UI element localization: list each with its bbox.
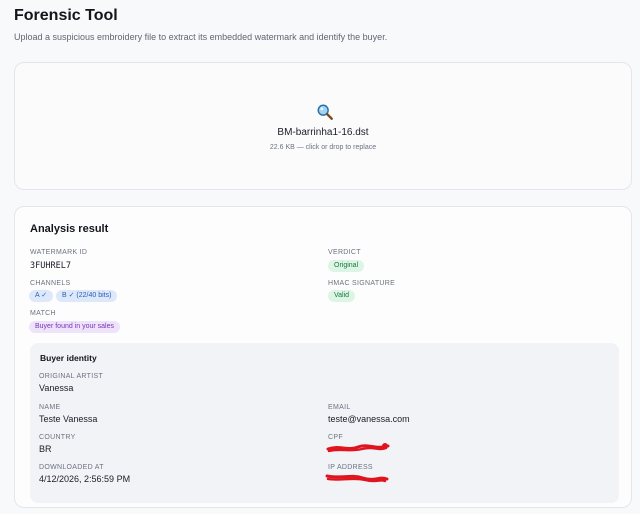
channel-a-badge: A ✓ [29, 290, 54, 302]
name-value: Teste Vanessa [39, 414, 98, 424]
analysis-result-card: Analysis result WATERMARK ID 3FUHREL7 CH… [14, 206, 632, 508]
ip-address-label: IP ADDRESS [328, 464, 373, 471]
country-value: BR [39, 444, 52, 454]
hmac-label: HMAC SIGNATURE [328, 280, 396, 287]
name-label: NAME [39, 404, 61, 411]
email-label: EMAIL [328, 404, 351, 411]
match-label: MATCH [30, 310, 56, 317]
uploaded-filename: BM-barrinha1-16.dst [277, 127, 369, 138]
page-title: Forensic Tool [14, 7, 118, 24]
country-label: COUNTRY [39, 434, 76, 441]
email-value: teste@vanessa.com [328, 414, 410, 424]
verdict-badge: Original [328, 260, 365, 272]
original-artist-label: ORIGINAL ARTIST [39, 373, 104, 380]
buyer-identity-title: Buyer identity [40, 353, 97, 363]
file-dropzone[interactable]: BM-barrinha1-16.dst 22.6 KB — click or d… [14, 62, 632, 190]
ip-redaction-scribble [325, 474, 389, 483]
verdict-label: VERDICT [328, 249, 361, 256]
cpf-redaction-scribble [326, 443, 390, 453]
channels-label: CHANNELS [30, 280, 71, 287]
magnifier-icon [317, 104, 333, 120]
watermark-id-label: WATERMARK ID [30, 249, 88, 256]
channel-b-badge: B ✓ (22/40 bits) [56, 290, 118, 302]
downloaded-at-label: DOWNLOADED AT [39, 464, 104, 471]
hmac-badge: Valid [328, 290, 356, 302]
downloaded-at-value: 4/12/2026, 2:56:59 PM [39, 474, 131, 484]
upload-hint: 22.6 KB — click or drop to replace [269, 144, 377, 151]
watermark-id-value: 3FUHREL7 [30, 261, 71, 271]
result-title: Analysis result [30, 223, 109, 235]
buyer-identity-panel: Buyer identity ORIGINAL ARTIST Vanessa N… [30, 343, 619, 503]
match-badge: Buyer found in your sales [29, 321, 120, 333]
page-subtitle: Upload a suspicious embroidery file to e… [14, 32, 388, 42]
cpf-label: CPF [328, 434, 343, 441]
original-artist-value: Vanessa [39, 383, 74, 393]
